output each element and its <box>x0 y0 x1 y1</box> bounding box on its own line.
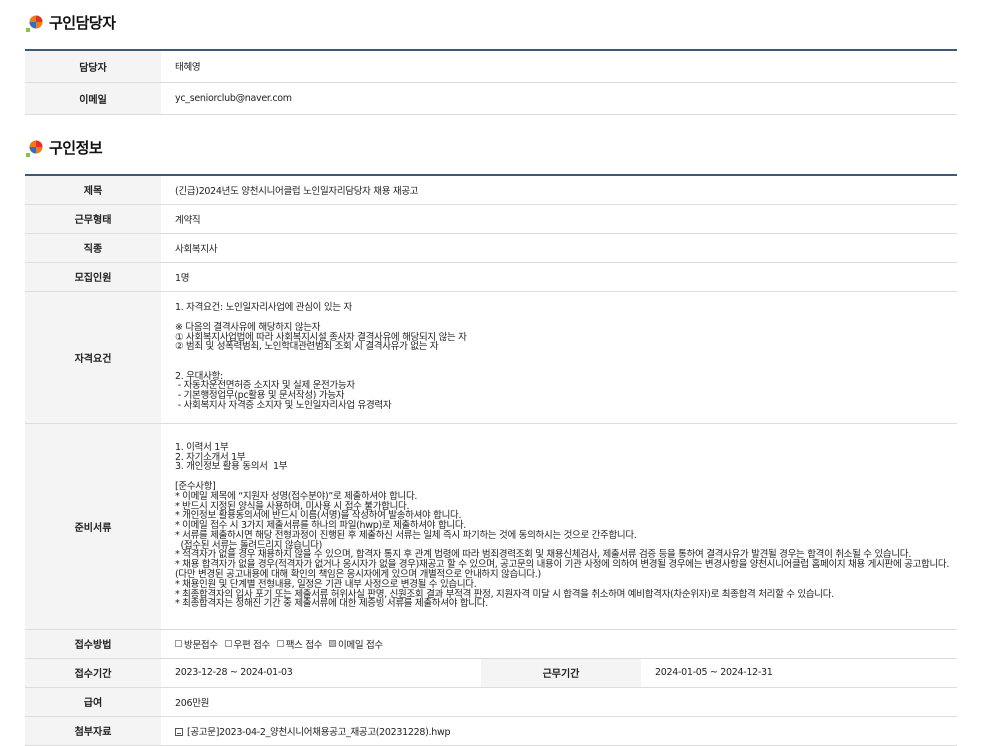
table-row: 접수기간 2023-12-28 ~ 2024-01-03 근무기간 2024-0… <box>25 658 957 688</box>
job-section-title: 구인정보 <box>25 137 103 158</box>
table-row: 모집인원 1명 <box>25 262 957 292</box>
subject-label: 제목 <box>25 175 161 205</box>
section-bullet-icon <box>25 139 43 157</box>
email-value: yc_seniorclub@naver.com <box>161 82 957 115</box>
headcount-value: 1명 <box>161 262 957 292</box>
manager-value: 태혜영 <box>161 50 957 83</box>
table-row: 급여 206만원 <box>25 687 957 717</box>
table-row: 준비서류 1. 이력서 1부 2. 자기소개서 1부 3. 개인정보 활용 동의… <box>25 423 957 630</box>
table-row: 접수방법 방문접수 우편 접수 팩스 접수 이메일 접수 <box>25 629 957 659</box>
table-row: 담당자 태혜영 <box>25 50 957 83</box>
method-option-fax[interactable]: 팩스 접수 <box>276 637 323 651</box>
method-label: 접수방법 <box>25 629 161 659</box>
method-option-visit[interactable]: 방문접수 <box>175 637 218 651</box>
method-option-label: 방문접수 <box>184 639 218 651</box>
subject-value: (긴급)2024년도 양천시니어클럽 노인일자리담당자 채용 재공고 <box>161 175 957 205</box>
work-period-value: 2024-01-05 ~ 2024-12-31 <box>641 658 957 688</box>
checkbox-checked-icon <box>328 640 336 647</box>
table-row: 직종 사회복지사 <box>25 233 957 263</box>
method-option-post[interactable]: 우편 접수 <box>224 637 271 651</box>
method-option-label: 팩스 접수 <box>285 639 323 651</box>
work-period-label: 근무기간 <box>481 658 641 688</box>
table-row: 제목 (긴급)2024년도 양천시니어클럽 노인일자리담당자 채용 재공고 <box>25 175 957 205</box>
qualifications-value: 1. 자격요건: 노인일자리사업에 관심이 있는 자 ※ 다음의 결격사유에 해… <box>161 291 957 424</box>
job-category-value: 사회복지사 <box>161 233 957 263</box>
email-label: 이메일 <box>25 82 161 115</box>
qualifications-label: 자격요건 <box>25 291 161 424</box>
documents-label: 준비서류 <box>25 423 161 630</box>
work-type-label: 근무형태 <box>25 204 161 234</box>
manager-table: 담당자 태혜영 이메일 yc_seniorclub@naver.com <box>25 49 957 115</box>
table-row: 근무형태 계약직 <box>25 204 957 234</box>
period-label: 접수기간 <box>25 658 161 688</box>
work-type-value: 계약직 <box>161 204 957 234</box>
attachment-link[interactable]: [공고문]2023-04-2_양천시니어채용공고_재공고(20231228).h… <box>187 727 450 738</box>
job-table: 제목 (긴급)2024년도 양천시니어클럽 노인일자리담당자 채용 재공고 근무… <box>25 174 957 746</box>
section-title-text: 구인담당자 <box>49 14 116 32</box>
section-bullet-icon <box>25 14 43 32</box>
checkbox-icon <box>175 640 182 647</box>
checkbox-icon <box>276 640 284 647</box>
table-row: 이메일 yc_seniorclub@naver.com <box>25 82 957 115</box>
file-icon <box>175 727 183 736</box>
method-options: 방문접수 우편 접수 팩스 접수 이메일 접수 <box>161 629 957 659</box>
manager-section-title: 구인담당자 <box>25 12 116 33</box>
method-option-email[interactable]: 이메일 접수 <box>328 637 383 651</box>
method-option-label: 이메일 접수 <box>337 639 383 651</box>
salary-value: 206만원 <box>161 687 957 717</box>
period-value: 2023-12-28 ~ 2024-01-03 <box>161 658 481 688</box>
job-category-label: 직종 <box>25 233 161 263</box>
salary-label: 급여 <box>25 687 161 717</box>
headcount-label: 모집인원 <box>25 262 161 292</box>
documents-value: 1. 이력서 1부 2. 자기소개서 1부 3. 개인정보 활용 동의서 1부 … <box>161 423 957 630</box>
method-option-label: 우편 접수 <box>233 639 271 651</box>
section-title-text: 구인정보 <box>49 139 103 157</box>
table-row: 자격요건 1. 자격요건: 노인일자리사업에 관심이 있는 자 ※ 다음의 결격… <box>25 291 957 424</box>
manager-label: 담당자 <box>25 50 161 83</box>
attachment-cell: [공고문]2023-04-2_양천시니어채용공고_재공고(20231228).h… <box>161 716 957 746</box>
attachment-label: 첨부자료 <box>25 716 161 746</box>
table-row: 첨부자료 [공고문]2023-04-2_양천시니어채용공고_재공고(202312… <box>25 716 957 746</box>
checkbox-icon <box>224 640 232 647</box>
